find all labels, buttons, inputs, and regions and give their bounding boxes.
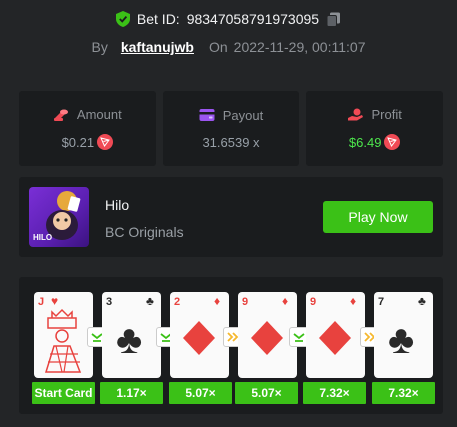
amount-label: Amount — [76, 107, 122, 122]
username-link[interactable]: kaftanujwb — [121, 39, 194, 55]
card-rank: 9 — [242, 296, 249, 308]
diamond-suit-icon: ♦ — [214, 294, 221, 308]
profit-hand-icon — [347, 108, 363, 120]
game-provider: BC Originals — [105, 224, 184, 240]
card-history: J ♥ Start Card 3 ♣ ♣ 1.17× 2 ♦ 5.07× 9 ♦… — [19, 277, 443, 414]
stat-payout: Payout 31.6539 x — [162, 91, 300, 166]
amount-value: $0.21 — [61, 134, 95, 150]
diamond-suit-icon — [319, 321, 351, 355]
stat-amount: Amount $0.21 — [19, 91, 156, 166]
profit-label: Profit — [371, 107, 402, 122]
game-card: HILO Hilo BC Originals Play Now — [19, 177, 443, 257]
club-suit-icon: ♣ — [146, 294, 154, 308]
bet-id-row: Bet ID: 98347058791973095 — [0, 10, 457, 28]
start-card-label: Start Card — [32, 382, 95, 404]
card-rank: 9 — [310, 296, 317, 308]
profit-value: $6.49 — [348, 134, 382, 150]
diamond-suit-icon — [251, 321, 283, 355]
bet-id-value: 98347058791973095 — [186, 11, 320, 27]
card-three-clubs: 3 ♣ ♣ — [102, 292, 161, 378]
diamond-suit-icon — [183, 321, 215, 355]
jack-face-icon — [44, 308, 82, 373]
on-label: On — [208, 39, 228, 55]
bet-header: Bet ID: 98347058791973095 By kaftanujwb … — [0, 10, 457, 55]
card-rank: 3 — [106, 296, 113, 308]
hilo-game-thumbnail[interactable]: HILO — [29, 187, 89, 247]
bet-stats: Amount $0.21 Payout 31.6539 x Profit $6.… — [19, 91, 444, 166]
bet-date: 2022-11-29, 00:11:07 — [233, 39, 366, 55]
card-seven-clubs: 7 ♣ ♣ — [374, 292, 433, 378]
by-label: By — [91, 39, 108, 55]
bet-meta-row: By kaftanujwb On 2022-11-29, 00:11:07 — [0, 39, 457, 55]
multiplier-label: 5.07× — [169, 382, 232, 404]
club-suit-icon: ♣ — [388, 318, 415, 362]
wallet-icon — [199, 109, 215, 121]
stat-profit: Profit $6.49 — [306, 91, 444, 166]
copy-icon[interactable] — [326, 12, 341, 27]
multiplier-label: 1.17× — [100, 382, 163, 404]
bet-id-label: Bet ID: — [136, 11, 180, 27]
trx-coin-icon — [384, 134, 401, 150]
coins-icon — [53, 109, 68, 121]
trx-coin-icon — [97, 134, 114, 150]
club-suit-icon: ♣ — [418, 294, 426, 308]
card-nine-diamonds: 9 ♦ — [306, 292, 365, 378]
verified-shield-icon — [115, 11, 130, 27]
club-suit-icon: ♣ — [116, 318, 143, 362]
diamond-suit-icon: ♦ — [282, 294, 289, 308]
card-two-diamonds: 2 ♦ — [170, 292, 229, 378]
game-name[interactable]: Hilo — [105, 197, 129, 213]
multiplier-label: 7.32× — [372, 382, 435, 404]
payout-label: Payout — [222, 107, 264, 123]
card-jack-hearts: J ♥ — [34, 292, 93, 378]
play-now-button[interactable]: Play Now — [323, 201, 433, 233]
diamond-suit-icon: ♦ — [350, 294, 357, 308]
card-rank: 7 — [378, 296, 385, 308]
multiplier-label: 7.32× — [303, 382, 366, 404]
payout-value: 31.6539 x — [202, 134, 260, 150]
multiplier-label: 5.07× — [235, 382, 298, 404]
thumbnail-title: HILO — [33, 233, 53, 242]
card-rank: 2 — [174, 296, 181, 308]
